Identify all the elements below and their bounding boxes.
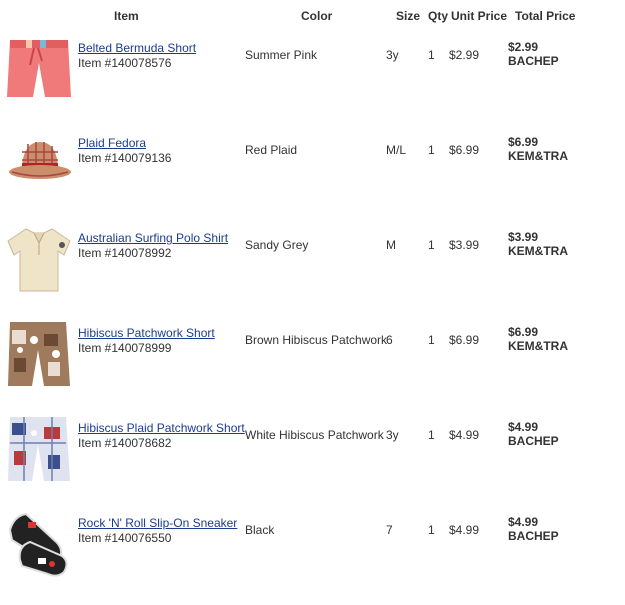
total-price-value: $3.99	[508, 230, 539, 244]
qty-value: 1	[428, 523, 435, 537]
color-value: Black	[245, 523, 275, 537]
total-price-value: $6.99	[508, 135, 539, 149]
size-value: 3y	[386, 428, 399, 442]
item-number: Item #140078682	[78, 436, 172, 450]
table-row: Australian Surfing Polo Shirt Item #1400…	[0, 225, 625, 320]
brown-patchwork-shorts-icon[interactable]	[4, 320, 74, 390]
total-price: $4.99 BACHEP	[508, 420, 559, 448]
table-row: Belted Bermuda Short Item #140078576 Sum…	[0, 35, 625, 130]
polo-shirt-icon[interactable]	[4, 225, 74, 295]
item-number: Item #140079136	[78, 151, 172, 165]
total-price: $6.99 KEM&TRA	[508, 135, 568, 163]
total-price: $6.99 KEM&TRA	[508, 325, 568, 353]
promo-code: BACHEP	[508, 529, 559, 543]
unit-price-value: $2.99	[449, 48, 480, 62]
promo-code: KEM&TRA	[508, 149, 568, 163]
product-link[interactable]: Belted Bermuda Short	[78, 41, 196, 55]
total-price-value: $6.99	[508, 325, 539, 339]
item-number: Item #140078576	[78, 56, 172, 70]
unit-price-value: $3.99	[449, 238, 480, 252]
header-color: Color	[301, 9, 333, 23]
total-price: $4.99 BACHEP	[508, 515, 559, 543]
header-size: Size	[396, 9, 421, 23]
size-value: 6	[386, 333, 393, 347]
color-value: Brown Hibiscus Patchwork	[245, 333, 388, 347]
table-row: Plaid Fedora Item #140079136 Red Plaid M…	[0, 130, 625, 225]
table-row: Hibiscus Patchwork Short Item #140078999…	[0, 320, 625, 415]
plaid-fedora-icon[interactable]	[4, 130, 74, 200]
color-value: Red Plaid	[245, 143, 298, 157]
product-link[interactable]: Plaid Fedora	[78, 136, 146, 150]
product-link[interactable]: Hibiscus Plaid Patchwork Short	[78, 421, 245, 435]
header-total-price: Total Price	[515, 9, 576, 23]
item-number: Item #140076550	[78, 531, 172, 545]
size-value: 7	[386, 523, 393, 537]
pink-shorts-icon[interactable]	[4, 35, 74, 105]
total-price: $3.99 KEM&TRA	[508, 230, 568, 258]
qty-value: 1	[428, 238, 435, 252]
unit-price-value: $4.99	[449, 523, 480, 537]
item-number: Item #140078992	[78, 246, 172, 260]
promo-code: BACHEP	[508, 54, 559, 68]
total-price-value: $4.99	[508, 515, 539, 529]
qty-value: 1	[428, 143, 435, 157]
product-link[interactable]: Australian Surfing Polo Shirt	[78, 231, 228, 245]
size-value: 3y	[386, 48, 399, 62]
table-row: Rock 'N' Roll Slip-On Sneaker Item #1400…	[0, 510, 625, 605]
unit-price-value: $6.99	[449, 143, 480, 157]
qty-value: 1	[428, 48, 435, 62]
unit-price-value: $4.99	[449, 428, 480, 442]
header-item: Item	[114, 9, 139, 23]
color-value: Sandy Grey	[245, 238, 309, 252]
plaid-patchwork-shorts-icon[interactable]	[4, 415, 74, 485]
promo-code: BACHEP	[508, 434, 559, 448]
header-unit-price: Unit Price	[451, 9, 508, 23]
total-price-value: $4.99	[508, 420, 539, 434]
item-number: Item #140078999	[78, 341, 172, 355]
promo-code: KEM&TRA	[508, 339, 568, 353]
table-row: Hibiscus Plaid Patchwork Short Item #140…	[0, 415, 625, 510]
unit-price-value: $6.99	[449, 333, 480, 347]
size-value: M/L	[386, 143, 407, 157]
promo-code: KEM&TRA	[508, 244, 568, 258]
header-qty: Qty	[428, 9, 449, 23]
product-link[interactable]: Hibiscus Patchwork Short	[78, 326, 215, 340]
total-price-value: $2.99	[508, 40, 539, 54]
color-value: Summer Pink	[245, 48, 318, 62]
sneaker-icon[interactable]	[4, 510, 74, 580]
color-value: White Hibiscus Patchwork	[245, 428, 384, 442]
total-price: $2.99 BACHEP	[508, 40, 559, 68]
product-link[interactable]: Rock 'N' Roll Slip-On Sneaker	[78, 516, 237, 530]
size-value: M	[386, 238, 396, 252]
qty-value: 1	[428, 428, 435, 442]
qty-value: 1	[428, 333, 435, 347]
